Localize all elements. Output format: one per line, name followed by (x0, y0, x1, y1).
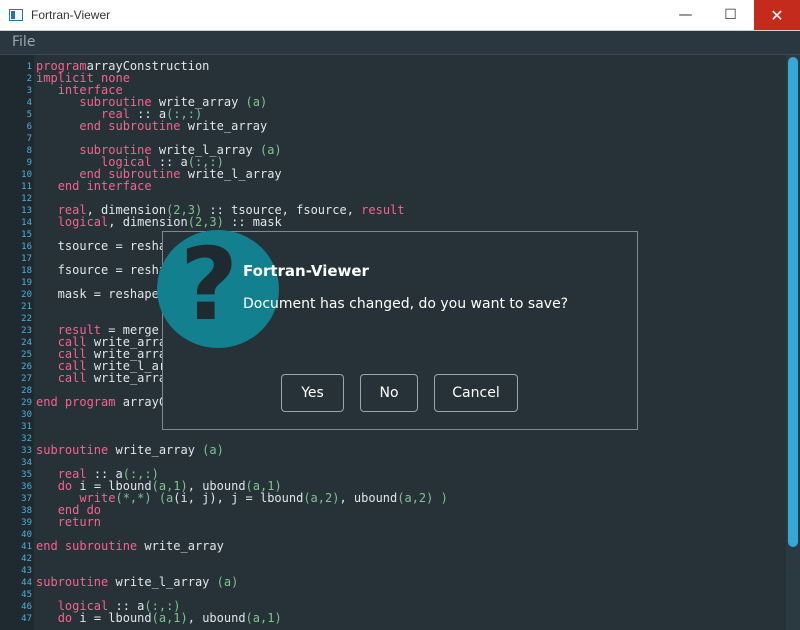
cancel-button[interactable]: Cancel (434, 374, 518, 412)
maximize-button[interactable]: ☐ (708, 0, 753, 30)
code-text: logical, dimension(2,3) :: mask (36, 216, 282, 228)
code-text: fsource = resha (36, 264, 166, 276)
scrollbar-thumb[interactable] (788, 57, 798, 547)
code-token: write_array (180, 119, 268, 133)
code-token: (a) (259, 143, 282, 157)
code-token: (*,*) (a (115, 491, 174, 505)
code-text: subroutine write_l_array (a) (36, 576, 238, 588)
menu-file[interactable]: File (12, 34, 35, 50)
code-line: 37 write(*,*) (a(i, j), j = lbound(a,2),… (0, 492, 785, 504)
code-text: do i = lbound(a,1), ubound(a,1) (36, 612, 282, 624)
save-dialog: ? Fortran-Viewer Document has changed, d… (157, 230, 638, 430)
code-line: 14 logical, dimension(2,3) :: mask (0, 216, 785, 228)
code-token: (a,1) (151, 611, 188, 625)
code-keyword: subroutine (36, 443, 109, 457)
code-keyword: return (57, 515, 102, 529)
code-line: 11 end interface (0, 180, 785, 192)
code-line: 47 do i = lbound(a,1), ubound(a,1) (0, 612, 785, 624)
code-token: fsource = resha (36, 263, 167, 277)
code-text: end subroutine write_array (36, 120, 267, 132)
code-text: return (36, 516, 101, 528)
code-text: tsource = resha (36, 240, 166, 252)
code-keyword: end subroutine (36, 539, 138, 553)
code-token: tsource = resha (36, 239, 167, 253)
close-button[interactable]: ✕ (754, 0, 800, 30)
code-keyword: logical (57, 215, 109, 229)
code-token: mask = reshape (36, 287, 159, 301)
title-bar: Fortran-Viewer — ☐ ✕ (0, 0, 800, 31)
code-line: 42 (0, 552, 785, 564)
code-token: :: mask (223, 215, 282, 229)
code-line: 6 end subroutine write_array (0, 120, 785, 132)
code-text: end subroutine write_array (36, 540, 224, 552)
dialog-title: Fortran-Viewer (243, 262, 369, 280)
code-token: , ubound (187, 611, 246, 625)
code-token: , dimension (108, 215, 188, 229)
code-keyword: end interface (57, 179, 152, 193)
code-token: (a) (216, 575, 239, 589)
code-keyword: subroutine (36, 575, 109, 589)
code-line: 44 subroutine write_l_array (a) (0, 576, 785, 588)
code-token: write_l_array (180, 167, 282, 181)
code-line: 38 end do (0, 504, 785, 516)
code-token: (2,3) (187, 215, 224, 229)
code-keyword: do (57, 611, 73, 625)
code-text: end interface (36, 180, 152, 192)
question-icon: ? (157, 230, 279, 348)
code-token: arrayC (115, 395, 167, 409)
code-token: (a) (202, 443, 224, 457)
menu-bar: File (0, 31, 800, 55)
question-mark-glyph: ? (179, 230, 238, 343)
code-token: write_array (108, 443, 203, 457)
code-token: i = lbound (72, 611, 152, 625)
code-token: (a,1) (245, 611, 282, 625)
code-keyword: call (57, 371, 87, 385)
code-line: 33 subroutine write_array (a) (0, 444, 785, 456)
code-token: (a) (245, 95, 268, 109)
code-line: 39 return (0, 516, 785, 528)
no-button[interactable]: No (360, 374, 418, 412)
code-keyword: end subroutine (79, 119, 181, 133)
code-token: (a,2) ) (397, 491, 448, 505)
dialog-message: Document has changed, do you want to sav… (243, 296, 569, 312)
code-token: write_array (137, 539, 224, 553)
code-keyword: result (361, 203, 405, 217)
code-text: mask = reshape (36, 288, 159, 300)
code-token: (a,2) (303, 491, 340, 505)
code-token: , ubound (339, 491, 398, 505)
code-token: write_arra (86, 371, 167, 385)
code-text: call write_arra (36, 372, 166, 384)
window-title: Fortran-Viewer (31, 8, 111, 22)
code-text: end program arrayC (36, 396, 166, 408)
code-text: subroutine write_array (a) (36, 444, 224, 456)
app-icon (9, 9, 23, 21)
code-token: write_l_array (108, 575, 217, 589)
yes-button[interactable]: Yes (281, 374, 344, 412)
code-keyword: end program (36, 395, 116, 409)
line-number: 47 (21, 614, 32, 624)
code-token: (i, j), j = lbound (173, 491, 304, 505)
minimize-button[interactable]: — (663, 0, 708, 30)
code-line: 41 end subroutine write_array (0, 540, 785, 552)
